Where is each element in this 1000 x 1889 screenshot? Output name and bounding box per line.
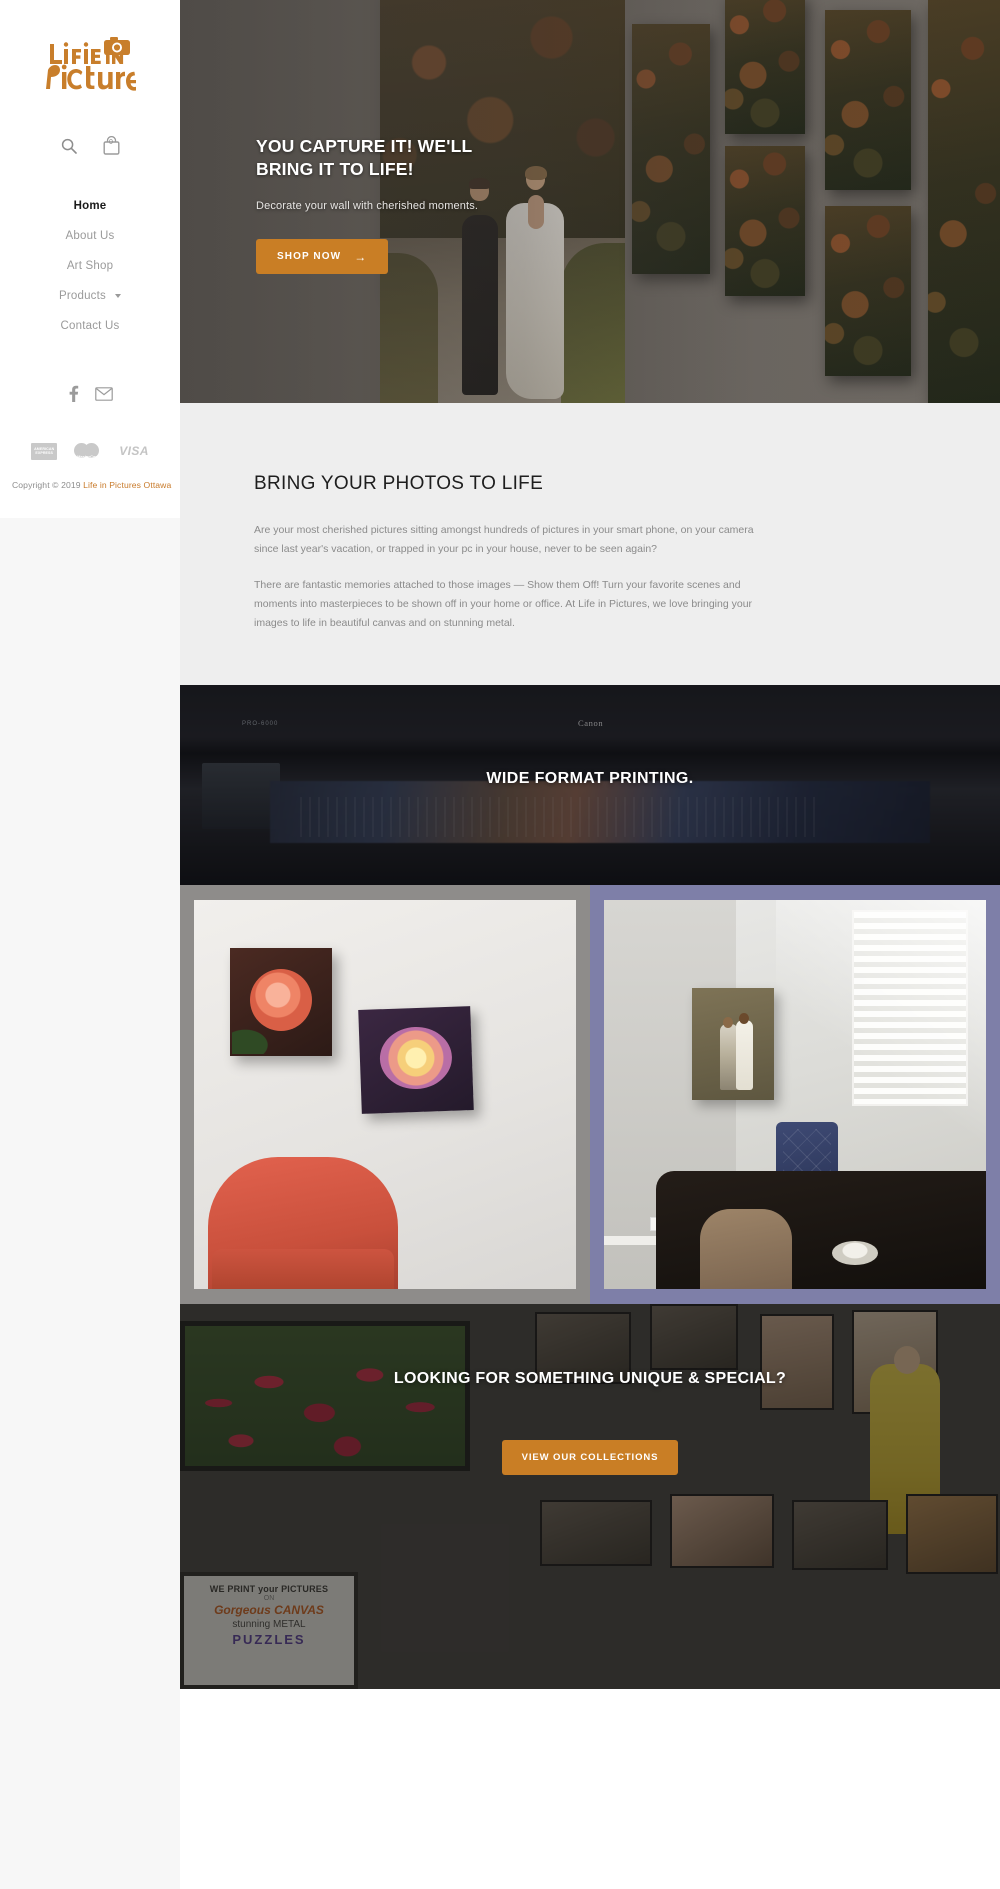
- sidebar-item-products[interactable]: Products: [12, 281, 168, 311]
- hero-title: YOU CAPTURE IT! WE'LL BRING IT TO LIFE!: [256, 136, 473, 179]
- intro-heading: BRING YOUR PHOTOS TO LIFE: [254, 473, 544, 494]
- flower-canvas-print: [358, 1006, 474, 1114]
- copyright: Copyright © 2019 Life in Pictures Ottawa: [12, 480, 171, 490]
- sidebar-item-about-us[interactable]: About Us: [12, 221, 168, 251]
- sidebar-navigation: Home About Us Art Shop Products Contact …: [12, 191, 168, 341]
- wide-format-section: PRO-6000 Canon WIDE FORMAT PRINTING.: [180, 685, 1000, 885]
- facebook-icon[interactable]: [68, 385, 79, 402]
- sidebar-item-products-label: Products: [59, 290, 106, 302]
- arrow-right-icon: →: [354, 249, 368, 264]
- mastercard-label: MasterCard: [77, 454, 100, 459]
- collections-title: LOOKING FOR SOMETHING UNIQUE & SPECIAL?: [393, 1370, 787, 1387]
- cart-button[interactable]: 0: [103, 135, 120, 155]
- shop-now-label: SHOP NOW: [277, 251, 342, 262]
- intro-paragraph-2: There are fantastic memories attached to…: [254, 579, 753, 629]
- hero-section: YOU CAPTURE IT! WE'LL BRING IT TO LIFE! …: [180, 0, 1000, 403]
- page-root: 0 Home About Us Art Shop Products Contac…: [0, 0, 1000, 1889]
- search-icon[interactable]: [61, 138, 77, 154]
- tile-right-room: [604, 900, 986, 1289]
- mastercard-icon: MasterCard: [73, 442, 103, 460]
- sidebar-utility-row: 0: [12, 135, 168, 155]
- window-light: [776, 900, 986, 1150]
- intro-section: BRING YOUR PHOTOS TO LIFE Are your most …: [180, 403, 1000, 685]
- site-logo[interactable]: [12, 0, 168, 98]
- amex-icon: AMERICAN EXPRESS: [31, 442, 58, 460]
- collections-overlay: [180, 1304, 1000, 1689]
- amex-line2: EXPRESS: [35, 451, 54, 455]
- couple-canvas-print: [692, 988, 774, 1100]
- sidebar: 0 Home About Us Art Shop Products Contac…: [0, 0, 180, 1889]
- logo-life-in-pictures: [46, 37, 136, 91]
- copyright-prefix: Copyright © 2019: [12, 480, 84, 490]
- visa-icon: VISA: [119, 444, 149, 458]
- red-armchair: [208, 1157, 398, 1289]
- amex-line1: AMERICAN: [34, 446, 55, 451]
- copyright-link[interactable]: Life in Pictures Ottawa: [83, 480, 171, 490]
- tile-left-room: [194, 900, 576, 1289]
- hero-subtitle: Decorate your wall with cherished moment…: [256, 200, 479, 212]
- tan-dining-chair: [700, 1209, 792, 1289]
- table-centerpiece-bowl: [832, 1241, 878, 1265]
- view-collections-button[interactable]: VIEW OUR COLLECTIONS: [501, 1440, 679, 1475]
- rose-canvas-print: [230, 948, 332, 1056]
- hero-content: YOU CAPTURE IT! WE'LL BRING IT TO LIFE! …: [256, 135, 676, 274]
- sidebar-item-art-shop[interactable]: Art Shop: [12, 251, 168, 281]
- tile-canvas-roses[interactable]: [180, 885, 590, 1304]
- social-links: [12, 385, 168, 402]
- gallery-tiles: [180, 885, 1000, 1304]
- sidebar-item-home[interactable]: Home: [12, 191, 168, 221]
- sidebar-background-fill: [0, 518, 180, 1889]
- collections-section: WE PRINT your PICTURES ON Gorgeous CANVA…: [180, 1304, 1000, 1689]
- sidebar-item-contact-us[interactable]: Contact Us: [12, 311, 168, 341]
- intro-paragraph-1: Are your most cherished pictures sitting…: [254, 524, 754, 555]
- email-icon[interactable]: [94, 386, 113, 401]
- chevron-down-icon: [114, 293, 121, 298]
- main-content: YOU CAPTURE IT! WE'LL BRING IT TO LIFE! …: [180, 0, 1000, 1889]
- payment-methods: AMERICAN EXPRESS MasterCard VISA: [12, 442, 168, 460]
- collections-content: LOOKING FOR SOMETHING UNIQUE & SPECIAL? …: [180, 1364, 1000, 1475]
- shop-now-button[interactable]: SHOP NOW →: [256, 239, 389, 274]
- wide-format-title: WIDE FORMAT PRINTING.: [486, 770, 694, 787]
- tile-dining-room-canvas[interactable]: [590, 885, 1000, 1304]
